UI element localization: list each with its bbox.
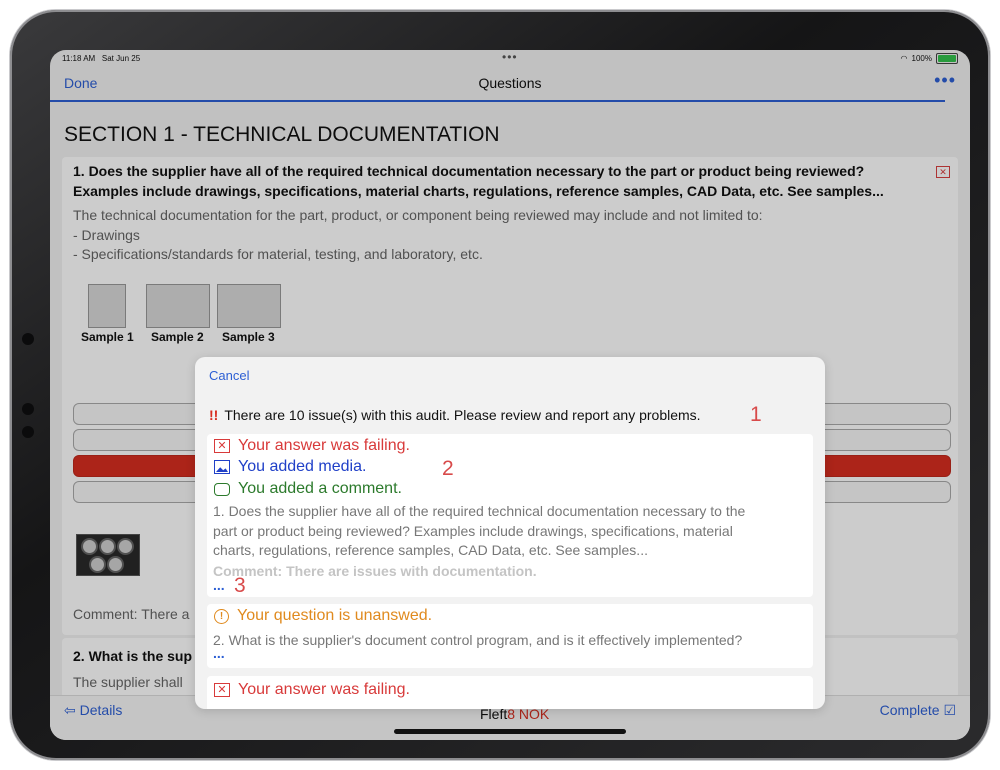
issue-question-text: 2. What is the supplier's document contr… bbox=[213, 632, 743, 648]
exclamation-circle-icon: ! bbox=[214, 608, 229, 624]
issue-question-text: charts, regulations, reference samples, … bbox=[213, 542, 648, 558]
show-more-link[interactable]: ... bbox=[213, 577, 225, 593]
fail-icon: ✕ bbox=[214, 683, 230, 697]
issue-comment: Comment: There are issues with documenta… bbox=[213, 563, 537, 579]
image-icon bbox=[214, 460, 230, 474]
screen: 11:18 AM Sat Jun 25 ••• ◠ 100% Done Ques… bbox=[50, 50, 970, 740]
warning-icon: !! bbox=[209, 407, 219, 423]
unanswered-row: ! Your question is unanswed. bbox=[214, 607, 432, 625]
issue-item[interactable]: ✕ Your answer was failing. bbox=[207, 676, 813, 709]
issue-item[interactable]: ! Your question is unanswed. 2. What is … bbox=[207, 604, 813, 668]
show-more-link[interactable]: ... bbox=[213, 645, 225, 661]
issue-summary: !! There are 10 issue(s) with this audit.… bbox=[209, 407, 701, 423]
issue-question-text: part or product being reviewed? Examples… bbox=[213, 522, 733, 539]
bezel-sensor bbox=[22, 403, 34, 415]
failing-row: ✕ Your answer was failing. bbox=[214, 681, 410, 699]
comment-row: You added a comment. bbox=[214, 480, 402, 498]
fail-icon: ✕ bbox=[214, 439, 230, 453]
failing-row: ✕ Your answer was failing. bbox=[214, 437, 410, 455]
bezel-sensor bbox=[22, 426, 34, 438]
issue-item[interactable]: ✕ Your answer was failing. You added med… bbox=[207, 434, 813, 597]
bezel-sensor bbox=[22, 333, 34, 345]
home-indicator[interactable] bbox=[394, 729, 626, 734]
annotation-number: 1 bbox=[750, 403, 762, 426]
annotation-number: 2 bbox=[442, 457, 454, 480]
ipad-device: 11:18 AM Sat Jun 25 ••• ◠ 100% Done Ques… bbox=[10, 10, 990, 760]
issue-question-text: 1. Does the supplier have all of the req… bbox=[213, 503, 746, 519]
cancel-button[interactable]: Cancel bbox=[209, 368, 249, 383]
media-row: You added media. bbox=[214, 458, 366, 476]
annotation-number: 3 bbox=[234, 574, 246, 597]
review-issues-modal: Cancel !! There are 10 issue(s) with this… bbox=[195, 357, 825, 709]
comment-bubble-icon bbox=[214, 482, 230, 496]
